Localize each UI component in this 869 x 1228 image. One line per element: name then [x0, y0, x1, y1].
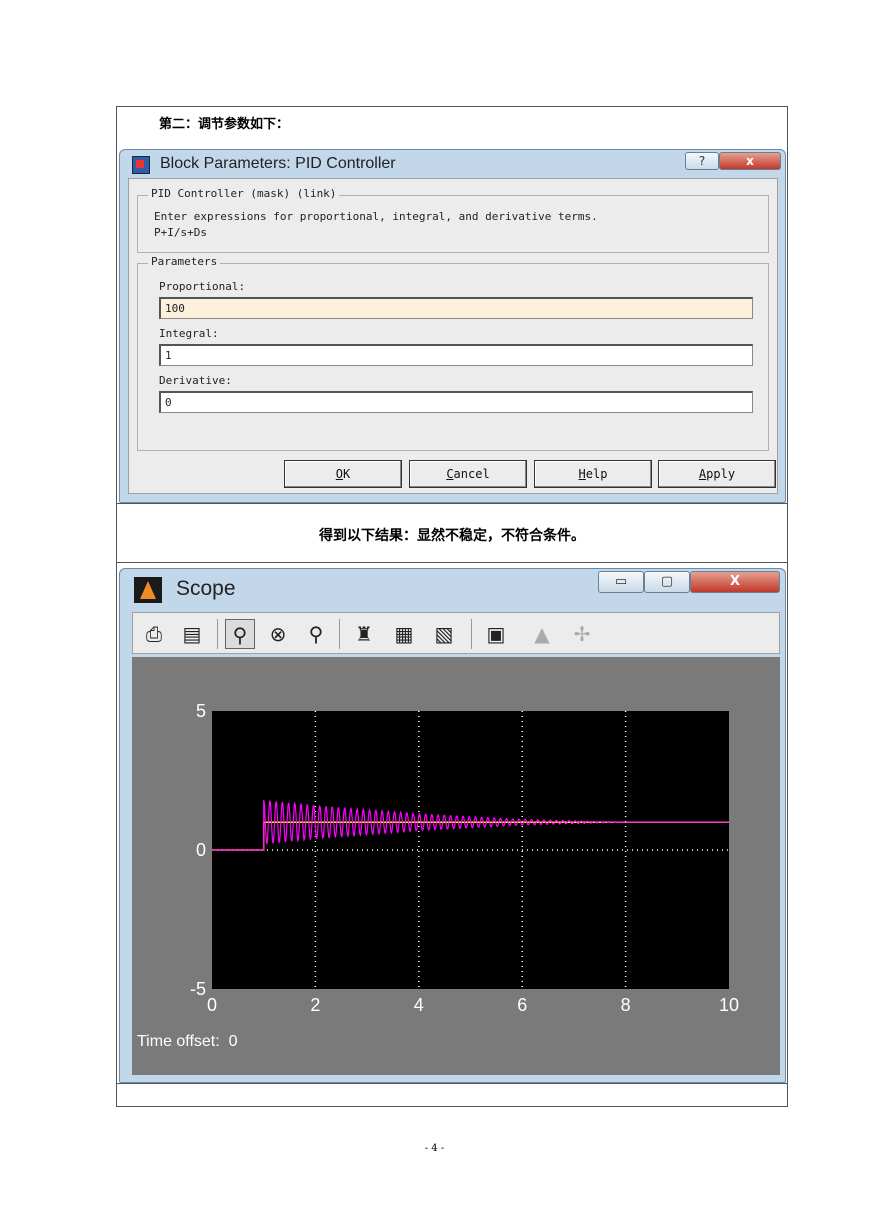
proportional-label: Proportional:	[159, 280, 246, 293]
title-help-button[interactable]: ?	[685, 152, 719, 170]
y-tick-label: 5	[196, 701, 206, 721]
matlab-logo-icon	[134, 577, 162, 603]
autoscale-icon[interactable]: ♜	[349, 619, 379, 649]
toolbar-separator	[339, 619, 340, 649]
derivative-input[interactable]: 0	[159, 391, 753, 413]
integral-input[interactable]: 1	[159, 344, 753, 366]
table-divider	[117, 503, 787, 504]
dialog-title-bar: Block Parameters: PID Controller ? x	[120, 150, 785, 178]
toolbar-separator	[471, 619, 472, 649]
page-number: - 4 -	[424, 1143, 445, 1154]
scope-window: Scope ▭ ▢ X ⎙ ▤ ⚲ ⊗ ⚲ ♜ ▦ ▧ ▣ ▲ ✢ 0 2 4 6 8 1…	[119, 568, 786, 1083]
table-divider	[117, 1083, 787, 1084]
maximize-button[interactable]: ▢	[644, 571, 690, 593]
scope-toolbar: ⎙ ▤ ⚲ ⊗ ⚲ ♜ ▦ ▧ ▣ ▲ ✢	[132, 612, 780, 654]
mask-description-group: PID Controller (mask) (link) Enter expre…	[137, 187, 769, 253]
dialog-title: Block Parameters: PID Controller	[160, 155, 396, 172]
x-tick-label: 4	[414, 995, 424, 1015]
description-line2: P+I/s+Ds	[154, 226, 207, 239]
zoom-x-icon[interactable]: ⊗	[263, 619, 293, 649]
toolbar-separator	[217, 619, 218, 649]
plot-background	[212, 711, 729, 989]
scope-plot-area: 0 2 4 6 8 10 5 0 -5 Time offset: 0	[132, 657, 780, 1075]
heading-result: 得到以下结果：显然不稳定，不符合条件。	[319, 528, 585, 544]
parameters-group-label: Parameters	[148, 255, 221, 268]
cancel-button[interactable]: Cancel	[409, 460, 527, 488]
x-tick-label: 10	[719, 995, 739, 1015]
restore-axes-icon[interactable]: ▧	[429, 619, 459, 649]
x-tick-label: 8	[621, 995, 631, 1015]
minimize-button[interactable]: ▭	[598, 571, 644, 593]
save-axes-icon[interactable]: ▦	[389, 619, 419, 649]
time-offset: Time offset: 0	[137, 1033, 238, 1050]
dialog-body: PID Controller (mask) (link) Enter expre…	[128, 178, 778, 494]
proportional-input[interactable]: 100	[159, 297, 753, 319]
signal-selection-icon[interactable]: ✢	[567, 619, 597, 649]
x-tick-label: 2	[310, 995, 320, 1015]
scope-title: Scope	[176, 577, 236, 600]
scope-chart: 0 2 4 6 8 1050-5	[190, 701, 739, 1015]
derivative-label: Derivative:	[159, 374, 232, 387]
lock-axes-icon[interactable]: ▲	[527, 619, 557, 649]
block-parameters-dialog: Block Parameters: PID Controller ? x PID…	[119, 149, 786, 503]
floating-scope-icon[interactable]: ▣	[481, 619, 511, 649]
y-tick-label: 0	[196, 840, 206, 860]
close-button[interactable]: X	[690, 571, 780, 593]
apply-button[interactable]: Apply	[658, 460, 776, 488]
heading-params: 第二：调节参数如下：	[159, 117, 290, 132]
y-tick-label: -5	[190, 979, 206, 999]
zoom-y-icon[interactable]: ⚲	[301, 619, 331, 649]
table-divider	[117, 562, 787, 563]
help-button[interactable]: Help	[534, 460, 652, 488]
description-line1: Enter expressions for proportional, inte…	[154, 210, 598, 223]
title-close-button[interactable]: x	[719, 152, 781, 170]
simulink-block-icon	[132, 156, 150, 174]
zoom-icon[interactable]: ⚲	[225, 619, 255, 649]
mask-group-label: PID Controller (mask) (link)	[148, 187, 340, 200]
integral-label: Integral:	[159, 327, 219, 340]
parameters-icon[interactable]: ▤	[177, 619, 207, 649]
x-tick-label: 0	[207, 995, 217, 1015]
ok-button[interactable]: OK	[284, 460, 402, 488]
print-icon[interactable]: ⎙	[139, 619, 169, 649]
x-tick-label: 6	[517, 995, 527, 1015]
